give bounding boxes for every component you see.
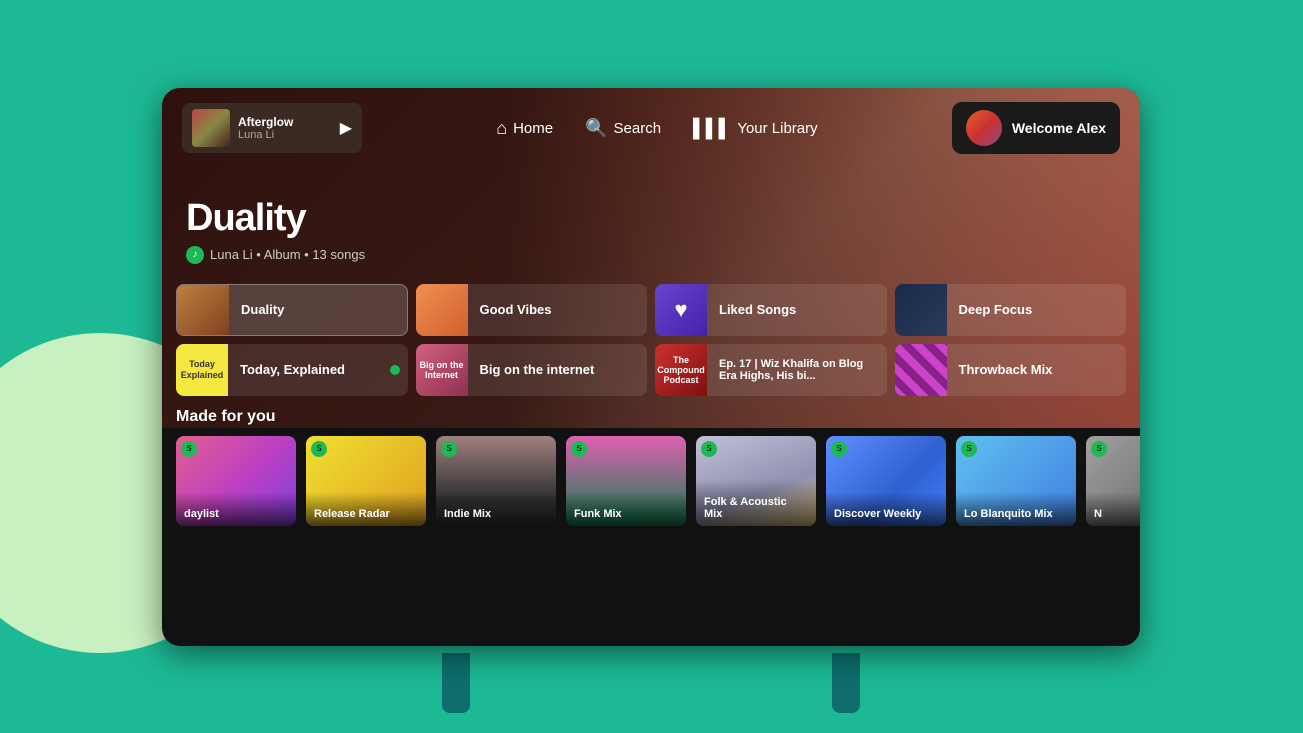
album-title: Duality (186, 198, 1116, 240)
nav-search[interactable]: 🔍 Search (585, 118, 661, 139)
welcome-text: Welcome Alex (1012, 120, 1106, 136)
playlist-label-loblanquito: Lo Blanquito Mix (956, 492, 1076, 526)
pick-art-goodvibes (416, 284, 468, 336)
playlist-art-funkmix: S Funk Mix (566, 436, 686, 526)
now-playing-info: Afterglow Luna Li (238, 115, 332, 141)
navbar: Afterglow Luna Li ▶ ⌂ Home 🔍 Search ▌▌▌ … (162, 88, 1140, 168)
pick-art-podcast: The CompoundPodcast (655, 344, 707, 396)
spotify-icon: S (571, 441, 587, 457)
spotify-icon: S (961, 441, 977, 457)
pick-duality[interactable]: Duality (176, 284, 408, 336)
pick-today[interactable]: TodayExplained Today, Explained (176, 344, 408, 396)
album-meta-text: Luna Li • Album • 13 songs (210, 247, 365, 262)
playlist-art-loblanquito: S Lo Blanquito Mix (956, 436, 1076, 526)
user-avatar (966, 110, 1002, 146)
playlist-card-discover[interactable]: S Discover Weekly (826, 436, 946, 526)
tv-legs (162, 653, 1140, 713)
quick-picks-grid: Duality Good Vibes ♥ Liked Songs Deep Fo… (162, 284, 1140, 396)
welcome-pill[interactable]: Welcome Alex (952, 102, 1120, 154)
playlist-label-discover: Discover Weekly (826, 492, 946, 526)
playlist-art-indiemix: S Indie Mix (436, 436, 556, 526)
playlist-label-radar: Release Radar (306, 492, 426, 526)
pick-label-goodvibes: Good Vibes (468, 302, 648, 317)
now-playing-pill[interactable]: Afterglow Luna Li ▶ (182, 103, 362, 153)
pick-label-biginternet: Big on the internet (468, 362, 648, 377)
now-playing-title: Afterglow (238, 115, 332, 129)
today-art-text: TodayExplained (181, 359, 224, 381)
playlist-card-indiemix[interactable]: S Indie Mix (436, 436, 556, 526)
nav-center: ⌂ Home 🔍 Search ▌▌▌ Your Library (382, 118, 932, 139)
album-meta: ♪ Luna Li • Album • 13 songs (186, 246, 1116, 264)
pick-deepfocus[interactable]: Deep Focus (895, 284, 1127, 336)
pick-label-duality: Duality (229, 302, 407, 317)
search-icon: 🔍 (585, 118, 607, 139)
tv-frame: Afterglow Luna Li ▶ ⌂ Home 🔍 Search ▌▌▌ … (162, 88, 1140, 646)
library-label: Your Library (737, 120, 817, 137)
throwback-pattern (895, 344, 947, 396)
playlist-card-funkmix[interactable]: S Funk Mix (566, 436, 686, 526)
spotify-icon: S (831, 441, 847, 457)
playlist-label-indiemix: Indie Mix (436, 492, 556, 526)
pick-label-podcast: Ep. 17 | Wiz Khalifa on Blog Era Highs, … (707, 358, 887, 382)
heart-icon: ♥ (674, 297, 687, 323)
pick-label-today: Today, Explained (228, 362, 390, 377)
spotify-icon: S (441, 441, 457, 457)
pick-biginternet[interactable]: Big on theInternet Big on the internet (416, 344, 648, 396)
pick-podcast[interactable]: The CompoundPodcast Ep. 17 | Wiz Khalifa… (655, 344, 887, 396)
pick-label-deepfocus: Deep Focus (947, 302, 1127, 317)
playlist-art-extra: S N (1086, 436, 1140, 526)
playlist-card-daylist[interactable]: S daylist (176, 436, 296, 526)
playlist-art-discover: S Discover Weekly (826, 436, 946, 526)
playlist-art-radar: S Release Radar (306, 436, 426, 526)
pick-art-liked: ♥ (655, 284, 707, 336)
nav-home[interactable]: ⌂ Home (496, 118, 553, 139)
playlist-card-extra[interactable]: S N (1086, 436, 1140, 526)
pick-art-today: TodayExplained (176, 344, 228, 396)
pick-liked[interactable]: ♥ Liked Songs (655, 284, 887, 336)
play-button[interactable]: ▶ (340, 118, 352, 138)
pick-art-deepfocus (895, 284, 947, 336)
now-playing-artist: Luna Li (238, 129, 332, 141)
home-icon: ⌂ (496, 118, 507, 139)
spotify-icon: S (311, 441, 327, 457)
spotify-icon: S (701, 441, 717, 457)
playlist-card-loblanquito[interactable]: S Lo Blanquito Mix (956, 436, 1076, 526)
page-wrapper: Afterglow Luna Li ▶ ⌂ Home 🔍 Search ▌▌▌ … (0, 0, 1303, 733)
playlist-label-extra: N (1086, 492, 1140, 526)
now-playing-art (192, 109, 230, 147)
new-episode-badge (390, 365, 400, 375)
spotify-icon: S (1091, 441, 1107, 457)
tv-leg-right (832, 653, 860, 713)
playlist-card-radar[interactable]: S Release Radar (306, 436, 426, 526)
pick-goodvibes[interactable]: Good Vibes (416, 284, 648, 336)
search-label: Search (614, 120, 662, 137)
made-for-you-section: Made for you S daylist S Release Radar (162, 396, 1140, 526)
playlist-grid: S daylist S Release Radar S (176, 436, 1126, 526)
playlist-label-daylist: daylist (176, 492, 296, 526)
playlist-art-folk: S Folk & Acoustic Mix (696, 436, 816, 526)
playlist-card-folk[interactable]: S Folk & Acoustic Mix (696, 436, 816, 526)
pick-throwback[interactable]: Throwback Mix (895, 344, 1127, 396)
tv-leg-left (442, 653, 470, 713)
playlist-label-folk: Folk & Acoustic Mix (696, 480, 816, 526)
home-label: Home (513, 120, 553, 137)
made-for-you-title: Made for you (176, 408, 1126, 426)
hero-section: Duality ♪ Luna Li • Album • 13 songs (162, 168, 1140, 284)
pick-label-throwback: Throwback Mix (947, 362, 1127, 377)
pick-label-liked: Liked Songs (707, 302, 887, 317)
playlist-art-daylist: S daylist (176, 436, 296, 526)
now-playing-art-image (192, 109, 230, 147)
pick-art-biginternet: Big on theInternet (416, 344, 468, 396)
pick-art-duality (177, 284, 229, 336)
artist-icon: ♪ (186, 246, 204, 264)
playlist-label-funkmix: Funk Mix (566, 492, 686, 526)
library-icon: ▌▌▌ (693, 118, 731, 139)
pick-art-throwback (895, 344, 947, 396)
nav-library[interactable]: ▌▌▌ Your Library (693, 118, 818, 139)
spotify-icon: S (181, 441, 197, 457)
